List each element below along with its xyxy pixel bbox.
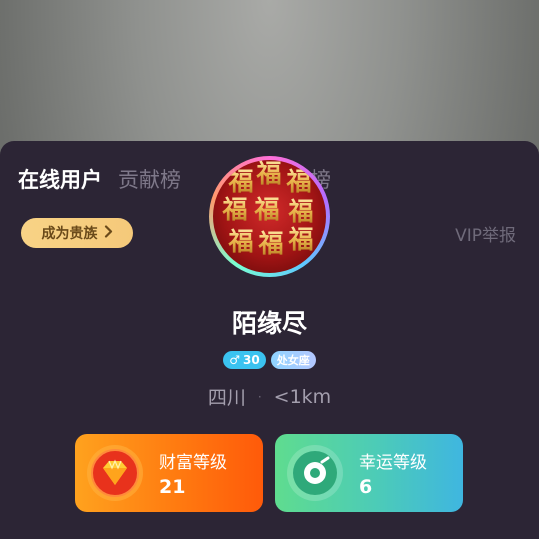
luck-level-label: 幸运等级 bbox=[359, 453, 427, 473]
become-noble-button[interactable]: 成为贵族 bbox=[21, 218, 133, 248]
luck-level-card[interactable]: 幸运等级 6 bbox=[275, 434, 463, 512]
svg-text:福: 福 bbox=[285, 167, 311, 196]
gender-age-badge: ♂ 30 bbox=[223, 351, 266, 369]
tab-online-users[interactable]: 在线用户 bbox=[18, 165, 102, 195]
zodiac-badge: 处女座 bbox=[270, 351, 316, 369]
luck-level-value: 6 bbox=[359, 476, 373, 498]
svg-text:福: 福 bbox=[255, 160, 281, 188]
username: 陌缘尽 bbox=[231, 309, 307, 338]
clover-icon bbox=[286, 444, 344, 502]
svg-text:福: 福 bbox=[227, 227, 253, 256]
age-value: 30 bbox=[243, 353, 260, 367]
user-badges: ♂ 30 处女座 bbox=[0, 351, 539, 369]
svg-text:福: 福 bbox=[257, 229, 283, 258]
region-label: 四川 bbox=[207, 387, 246, 409]
wealth-level-label: 财富等级 bbox=[159, 453, 227, 473]
become-noble-label: 成为贵族 bbox=[41, 226, 98, 242]
tab-contribution[interactable]: 贡献榜 bbox=[118, 165, 181, 195]
location-separator: · bbox=[257, 389, 262, 404]
wealth-level-value: 21 bbox=[159, 476, 186, 498]
location-row: 四川 · <1km bbox=[0, 383, 539, 410]
diamond-crown-icon bbox=[86, 444, 144, 502]
wealth-level-card[interactable]: 财富等级 21 bbox=[75, 434, 263, 512]
chevron-right-icon bbox=[104, 224, 113, 242]
svg-text:福: 福 bbox=[287, 197, 313, 226]
svg-text:福: 福 bbox=[221, 195, 247, 224]
vip-report-link[interactable]: VIP举报 bbox=[455, 221, 516, 246]
avatar-fu-image: 福 福 福 福 福 福 福 福 福 bbox=[213, 160, 326, 273]
svg-text:福: 福 bbox=[253, 195, 279, 224]
male-icon: ♂ bbox=[229, 353, 241, 367]
svg-text:福: 福 bbox=[227, 167, 253, 196]
svg-text:福: 福 bbox=[287, 225, 313, 254]
distance-label: <1km bbox=[273, 385, 332, 408]
avatar[interactable]: 福 福 福 福 福 福 福 福 福 bbox=[209, 156, 330, 277]
